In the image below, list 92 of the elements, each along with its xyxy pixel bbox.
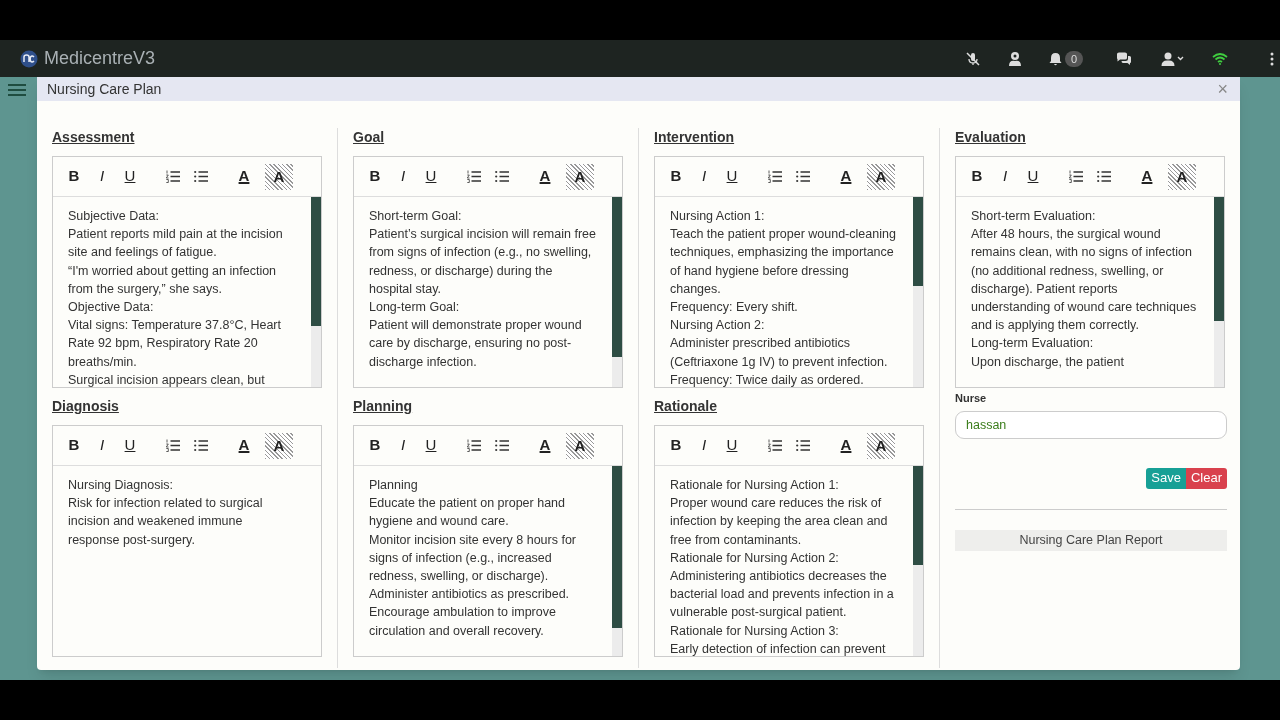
bullet-list-icon bbox=[796, 170, 810, 183]
highlight-button[interactable]: A bbox=[265, 432, 293, 459]
underline-button[interactable]: U bbox=[417, 432, 445, 459]
bold-button[interactable]: B bbox=[361, 163, 389, 190]
bold-button[interactable]: B bbox=[963, 163, 991, 190]
editor-text: Nursing Action 1: Teach the patient proper wound-cleaning techniques, emphasizing the importance of hand hygiene before dressing changes. Frequency: Every shift. Nursing Action 2: Administer prescribed antibiotics (Ceftriaxone 1g IV) to prevent infection. Frequency: Twice daily as ordered. bbox=[669, 208, 897, 389]
italic-button[interactable]: I bbox=[88, 432, 116, 459]
italic-button[interactable]: I bbox=[690, 432, 718, 459]
section-title: Evaluation bbox=[955, 128, 1026, 147]
bold-button[interactable]: B bbox=[361, 432, 389, 459]
highlight-button[interactable]: A bbox=[566, 432, 594, 459]
editor-text: Rationale for Nursing Action 1: Proper wound care reduces the risk of infection by keeping the area clean and free from contaminants. Rationale for Nursing Action 2: Administering antibiotics decreases the bacterial load and prevents infection in a vulnerable post-surgical patient. Rationale for Nursing Action 3: Early detection of infection can prevent bbox=[669, 477, 895, 658]
scrollbar[interactable] bbox=[913, 466, 923, 656]
italic-button[interactable]: I bbox=[690, 163, 718, 190]
font-color-button[interactable]: A bbox=[230, 163, 258, 190]
underline-button[interactable]: U bbox=[116, 432, 144, 459]
section-title: Assessment bbox=[52, 128, 135, 147]
microphone-off-icon[interactable] bbox=[964, 50, 981, 67]
scrollbar[interactable] bbox=[612, 466, 622, 656]
bullet-list-icon bbox=[495, 170, 509, 183]
highlight-button[interactable]: A bbox=[1168, 163, 1196, 190]
bold-button[interactable]: B bbox=[662, 163, 690, 190]
section-title: Intervention bbox=[654, 128, 735, 147]
section-title: Diagnosis bbox=[52, 397, 119, 416]
italic-button[interactable]: I bbox=[389, 163, 417, 190]
user-menu-icon[interactable] bbox=[1161, 51, 1185, 66]
text-editor[interactable] bbox=[353, 425, 623, 657]
font-color-button[interactable]: A bbox=[230, 432, 258, 459]
italic-button[interactable]: I bbox=[88, 163, 116, 190]
highlight-button[interactable]: A bbox=[867, 163, 895, 190]
numbered-list-icon bbox=[768, 439, 782, 452]
wifi-icon bbox=[1212, 52, 1228, 65]
italic-button[interactable]: I bbox=[991, 163, 1019, 190]
text-editor[interactable] bbox=[654, 156, 924, 388]
editor-text: Planning Educate the patient on proper hand hygiene and wound care. Monitor incision site every 8 hours for signs of infection (e.g., increased redness, swelling, or discharge). Administer antibiotics as prescribed. Encourage ambulation to improve circulation and overall recovery. bbox=[368, 477, 578, 640]
bullet-list-icon bbox=[495, 439, 509, 452]
section-title: Planning bbox=[353, 397, 413, 416]
numbered-list-icon bbox=[166, 439, 180, 452]
text-editor[interactable] bbox=[654, 425, 924, 657]
app-title: MedicentreV3 bbox=[44, 47, 156, 70]
clear-button[interactable]: Clear bbox=[1185, 467, 1227, 489]
bullet-list-icon bbox=[796, 439, 810, 452]
editor-text: Subjective Data: Patient reports mild pain at the incision site and feelings of fatigue. “I'm worried about getting an infection from the surgery,” she says. Objective Data: Vital signs: Temperature 37.8°C, Heart Rate 92 bpm, Respiratory Rate 20 breaths/min. Surgical incision appears clean, but bbox=[67, 208, 284, 389]
font-color-button[interactable]: A bbox=[832, 432, 860, 459]
numbered-list-icon bbox=[1069, 170, 1083, 183]
text-editor[interactable] bbox=[955, 156, 1225, 388]
text-editor[interactable] bbox=[52, 156, 322, 388]
text-editor[interactable]: B I U A A Nursing Diagnosis: Risk for infection related to surgical incision and weakened immune response post-surgery. bbox=[52, 425, 322, 657]
more-icon[interactable] bbox=[1270, 51, 1274, 66]
font-color-button[interactable]: A bbox=[531, 163, 559, 190]
underline-button[interactable]: U bbox=[718, 163, 746, 190]
numbered-list-icon bbox=[467, 439, 481, 452]
font-color-button[interactable]: A bbox=[832, 163, 860, 190]
numbered-list-icon bbox=[768, 170, 782, 183]
editor-text: Short-term Evaluation: After 48 hours, the surgical wound remains clean, with no signs of infection (no additional redness, swelling, or discharge). Patient reports understanding of wound care techniques and is applying them correctly. Long-term Evaluation: Upon discharge, the patient bbox=[970, 208, 1198, 371]
scrollbar[interactable] bbox=[311, 197, 321, 387]
editor-text: Short-term Goal: Patient’s surgical incision will remain free from signs of infection (e.g., no swelling, redness, or discharge) during the hospital stay. Long-term Goal: Patient will demonstrate proper wound care by discharge, ensuring no post-discharge infection. bbox=[368, 208, 597, 371]
section-title: Goal bbox=[353, 128, 385, 147]
bullet-list-icon bbox=[1097, 170, 1111, 183]
bold-button[interactable]: B bbox=[60, 163, 88, 190]
underline-button[interactable]: U bbox=[1019, 163, 1047, 190]
logo-icon bbox=[20, 49, 38, 68]
scrollbar[interactable] bbox=[913, 197, 923, 387]
user-badge-icon[interactable] bbox=[1007, 51, 1022, 66]
numbered-list-icon bbox=[467, 170, 481, 183]
italic-button[interactable]: I bbox=[389, 432, 417, 459]
underline-button[interactable]: U bbox=[116, 163, 144, 190]
editor-text: Nursing Diagnosis: Risk for infection related to surgical incision and weakened immune response post-surgery. bbox=[67, 477, 264, 549]
bullet-list-icon bbox=[194, 170, 208, 183]
bold-button[interactable]: B bbox=[662, 432, 690, 459]
scrollbar[interactable] bbox=[612, 197, 622, 387]
report-button[interactable]: Nursing Care Plan Report bbox=[955, 529, 1227, 551]
bold-button[interactable]: B bbox=[60, 432, 88, 459]
numbered-list-icon bbox=[166, 170, 180, 183]
bullet-list-icon bbox=[194, 439, 208, 452]
text-editor[interactable] bbox=[353, 156, 623, 388]
highlight-button[interactable]: A bbox=[566, 163, 594, 190]
notification-count: 0 bbox=[1064, 50, 1083, 67]
scrollbar[interactable] bbox=[1214, 197, 1224, 387]
underline-button[interactable]: U bbox=[718, 432, 746, 459]
highlight-button[interactable]: A bbox=[265, 163, 293, 190]
highlight-button[interactable]: A bbox=[867, 432, 895, 459]
bell-icon[interactable] bbox=[1048, 51, 1062, 66]
section-title: Rationale bbox=[654, 397, 717, 416]
font-color-button[interactable]: A bbox=[531, 432, 559, 459]
nurse-field[interactable]: hassan bbox=[955, 410, 1227, 439]
menu-icon[interactable] bbox=[8, 83, 26, 97]
font-color-button[interactable]: A bbox=[1133, 163, 1161, 190]
chat-icon[interactable] bbox=[1116, 51, 1132, 66]
nurse-label: Nurse bbox=[955, 391, 987, 406]
underline-button[interactable]: U bbox=[417, 163, 445, 190]
dialog-title: Nursing Care Plan bbox=[47, 79, 162, 99]
